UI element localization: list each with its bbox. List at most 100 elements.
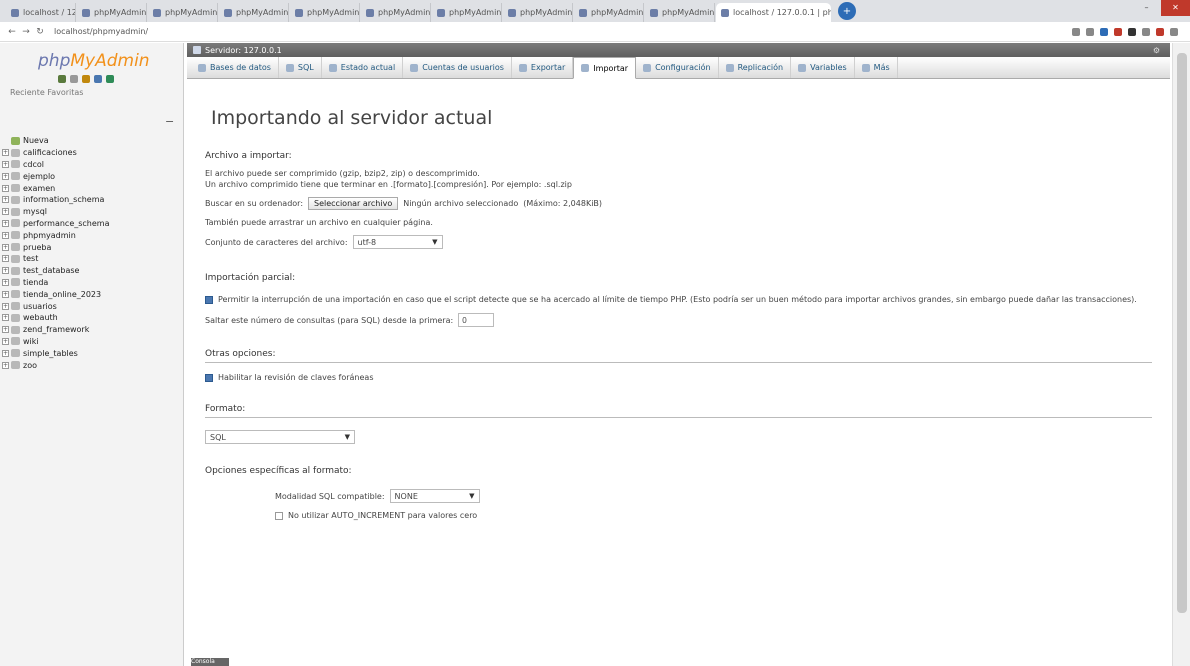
expand-icon[interactable]: +: [2, 208, 9, 216]
recent-favorites-tabs[interactable]: Reciente Favoritas: [0, 83, 183, 97]
menu-tab-6[interactable]: Configuración: [636, 57, 719, 78]
database-label[interactable]: usuarios: [23, 302, 57, 311]
allow-interrupt-checkbox[interactable]: [205, 296, 213, 304]
database-item[interactable]: + calificaciones: [0, 147, 184, 159]
browser-tab[interactable]: phpMyAdmin×: [574, 3, 644, 22]
back-icon[interactable]: ←: [6, 27, 18, 37]
expand-icon[interactable]: +: [2, 219, 9, 227]
database-item[interactable]: + test_database: [0, 265, 184, 277]
expand-icon[interactable]: +: [2, 326, 9, 334]
database-item[interactable]: + usuarios: [0, 300, 184, 312]
menu-tab-9[interactable]: Más: [855, 57, 898, 78]
database-label[interactable]: prueba: [23, 243, 51, 252]
browser-tab[interactable]: phpMyAdmin×: [361, 3, 431, 22]
database-item[interactable]: + prueba: [0, 241, 184, 253]
expand-icon[interactable]: +: [2, 255, 9, 263]
extension-icon[interactable]: [1114, 27, 1122, 36]
database-label[interactable]: ejemplo: [23, 172, 55, 181]
close-tab-icon[interactable]: ×: [714, 8, 715, 17]
close-tab-icon[interactable]: ×: [146, 8, 147, 17]
gear-icon[interactable]: ⚙: [1153, 46, 1160, 55]
expand-icon[interactable]: +: [2, 349, 9, 357]
scrollbar-thumb[interactable]: [1177, 53, 1187, 613]
format-select[interactable]: SQL ▼: [205, 430, 355, 444]
charset-select[interactable]: utf-8 ▼: [352, 235, 443, 249]
database-item[interactable]: + cdcol: [0, 159, 184, 171]
database-label[interactable]: examen: [23, 184, 55, 193]
browser-tab[interactable]: phpMyAdmin×: [148, 3, 218, 22]
database-label[interactable]: webauth: [23, 313, 58, 322]
menu-tab-3[interactable]: Cuentas de usuarios: [403, 57, 512, 78]
browser-tab[interactable]: phpMyAdmin×: [503, 3, 573, 22]
close-tab-icon[interactable]: ×: [217, 8, 218, 17]
database-item[interactable]: + zend_framework: [0, 324, 184, 336]
database-item[interactable]: + ejemplo: [0, 170, 184, 182]
database-label[interactable]: Nueva: [23, 136, 49, 145]
browser-tab[interactable]: phpMyAdmin×: [290, 3, 360, 22]
browser-tab[interactable]: phpMyAdmin×: [219, 3, 289, 22]
expand-icon[interactable]: +: [2, 337, 9, 345]
bookmark-icon[interactable]: [1072, 27, 1080, 36]
phpmyadmin-logo[interactable]: phpMyAdmin: [0, 43, 183, 71]
database-label[interactable]: information_schema: [23, 195, 104, 204]
database-label[interactable]: tienda: [23, 278, 48, 287]
extension-icon[interactable]: [1156, 27, 1164, 36]
database-label[interactable]: simple_tables: [23, 349, 78, 358]
close-tab-icon[interactable]: ×: [643, 8, 644, 17]
database-item[interactable]: + information_schema: [0, 194, 184, 206]
expand-icon[interactable]: +: [2, 278, 9, 286]
reload-icon[interactable]: ↻: [34, 27, 46, 37]
database-label[interactable]: calificaciones: [23, 148, 77, 157]
docs-icon[interactable]: [82, 75, 90, 83]
database-label[interactable]: zend_framework: [23, 325, 89, 334]
extension-icon[interactable]: [1142, 27, 1150, 36]
database-item[interactable]: + phpmyadmin: [0, 229, 184, 241]
close-tab-icon[interactable]: ×: [430, 8, 431, 17]
database-item[interactable]: + mysql: [0, 206, 184, 218]
minimize-button[interactable]: –: [1132, 0, 1161, 16]
database-label[interactable]: mysql: [23, 207, 47, 216]
expand-icon[interactable]: +: [2, 290, 9, 298]
browser-tab[interactable]: localhost / 127.0.0.1×: [6, 3, 76, 22]
close-tab-icon[interactable]: ×: [288, 8, 289, 17]
sql-compat-select[interactable]: NONE ▼: [389, 489, 480, 503]
database-item[interactable]: + wiki: [0, 336, 184, 348]
close-tab-icon[interactable]: ×: [572, 8, 573, 17]
database-label[interactable]: tienda_online_2023: [23, 290, 101, 299]
browser-tab[interactable]: phpMyAdmin×: [432, 3, 502, 22]
menu-tab-5[interactable]: Importar: [573, 57, 637, 79]
browser-tab[interactable]: phpMyAdmin×: [645, 3, 715, 22]
menu-tab-0[interactable]: Bases de datos: [191, 57, 279, 78]
extension-icon[interactable]: [1086, 27, 1094, 36]
browser-tab[interactable]: localhost / 127.0.0.1 | phpMyAdmin ×: [716, 3, 831, 22]
menu-tab-7[interactable]: Replicación: [719, 57, 792, 78]
console-bar[interactable]: Consola: [191, 658, 229, 666]
extension-icon[interactable]: [1128, 27, 1136, 36]
logout-icon[interactable]: [70, 75, 78, 83]
expand-icon[interactable]: +: [2, 172, 9, 180]
expand-icon[interactable]: +: [2, 314, 9, 322]
expand-icon[interactable]: +: [2, 267, 9, 275]
database-label[interactable]: test: [23, 254, 38, 263]
database-label[interactable]: zoo: [23, 361, 37, 370]
database-item[interactable]: + test: [0, 253, 184, 265]
expand-icon[interactable]: +: [2, 302, 9, 310]
menu-tab-1[interactable]: SQL: [279, 57, 322, 78]
skip-queries-input[interactable]: [458, 313, 495, 327]
database-item[interactable]: + simple_tables: [0, 347, 184, 359]
menu-tab-4[interactable]: Exportar: [512, 57, 574, 78]
database-label[interactable]: wiki: [23, 337, 39, 346]
close-tab-icon[interactable]: ×: [501, 8, 502, 17]
browser-tab[interactable]: phpMyAdmin×: [77, 3, 147, 22]
reload-icon[interactable]: [106, 75, 114, 83]
database-item[interactable]: + examen: [0, 182, 184, 194]
home-icon[interactable]: [58, 75, 66, 83]
database-item[interactable]: + tienda: [0, 277, 184, 289]
menu-icon[interactable]: [1170, 27, 1178, 36]
menu-tab-8[interactable]: Variables: [791, 57, 855, 78]
foreign-key-checkbox[interactable]: [205, 373, 213, 382]
expand-icon[interactable]: +: [2, 361, 9, 369]
database-item[interactable]: + tienda_online_2023: [0, 288, 184, 300]
settings-icon[interactable]: [94, 75, 102, 83]
database-label[interactable]: performance_schema: [23, 219, 110, 228]
